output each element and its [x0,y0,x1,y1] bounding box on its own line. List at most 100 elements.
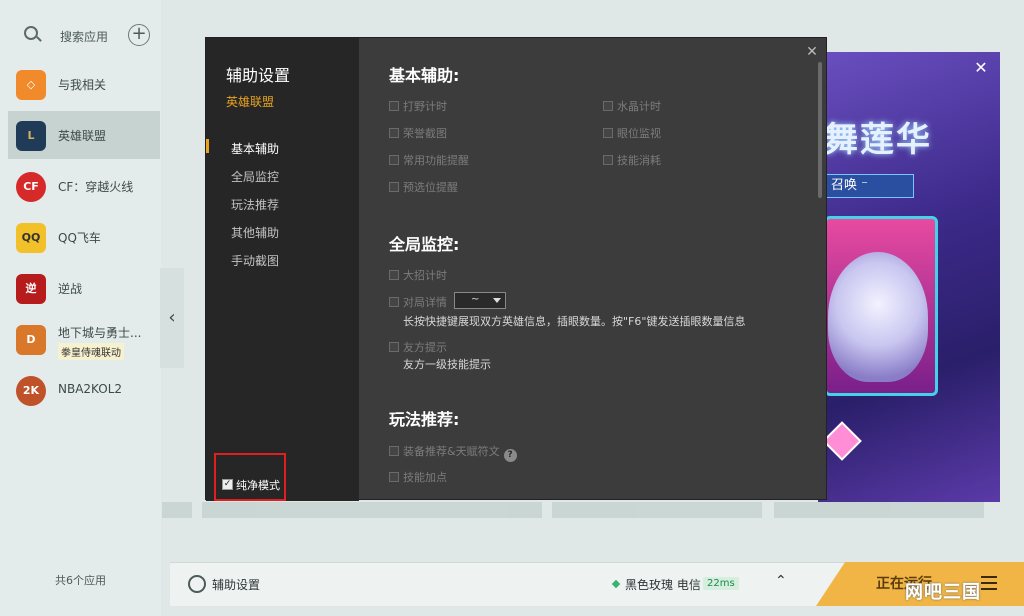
related-icon: ◇ [16,70,46,100]
checkbox[interactable] [389,101,399,111]
app-label: 地下城与勇士... [58,326,142,340]
app-label: NBA2KOL2 [58,382,123,396]
app-label: 与我相关 [58,78,107,92]
app-label: QQ飞车 [58,231,101,245]
app-item-qqspeed[interactable]: QQ QQ飞车 [8,213,160,261]
checkbox[interactable] [389,128,399,138]
option-label: 友方提示 [403,341,447,354]
promo-subtitle: 召唤 ⁻ [824,174,914,198]
checkbox[interactable] [389,297,399,307]
section-title-basic: 基本辅助: [389,66,460,85]
plus-icon[interactable]: + [128,24,150,46]
app-item-nba2k[interactable]: 2K NBA2KOL2 [8,366,160,414]
option-skill-points[interactable]: 技能加点 [389,469,447,485]
chevron-up-icon[interactable]: ⌃ [775,573,787,589]
dnf-icon: D [16,325,46,355]
qqspeed-icon: QQ [16,223,46,253]
pure-mode-highlight: ✓ 纯净模式 [214,453,286,501]
nav-item-basic[interactable]: 基本辅助 [231,140,279,157]
app-item-cf[interactable]: CF CF：穿越火线 [8,162,160,210]
settings-dialog: 辅助设置 英雄联盟 基本辅助 全局监控 玩法推荐 其他辅助 手动截图 ✓ 纯净模… [205,37,827,501]
server-name[interactable]: 黑色玫瑰 电信 [625,576,701,593]
nav-item-monitor[interactable]: 全局监控 [231,168,279,185]
option-ally-hint[interactable]: 友方提示 [389,339,447,355]
option-label: 装备推荐&天赋符文 [403,445,500,458]
app-search[interactable]: 搜索应用 + [0,16,161,54]
section-title-play: 玩法推荐: [389,410,460,429]
option-ward-monitor[interactable]: 眼位监视 [603,125,661,141]
app-count: 共6个应用 [55,574,106,587]
app-item-dnf[interactable]: D 地下城与勇士... 拳皇侍魂联动 [8,315,160,363]
checkbox[interactable] [389,155,399,165]
checkbox[interactable] [389,270,399,280]
collapse-arrow-icon[interactable]: ‹ [160,268,184,368]
checkbox[interactable] [603,155,613,165]
app-sidebar: 搜索应用 + ◇ 与我相关 L 英雄联盟 CF CF：穿越火线 QQ QQ飞车 … [0,0,161,616]
option-label: 打野计时 [403,100,447,113]
assist-settings-button[interactable]: 辅助设置 [212,576,260,593]
option-label: 常用功能提醒 [403,154,469,167]
app-label: CF：穿越火线 [58,180,134,194]
dialog-game-name: 英雄联盟 [226,95,275,109]
assist-settings-icon[interactable] [188,575,206,593]
promo-title: 舞莲华 [824,120,932,160]
option-label: 眼位监视 [617,127,661,140]
option-label: 技能消耗 [617,154,661,167]
ally-hint-description: 友方一级技能提示 [403,358,491,371]
app-item-related[interactable]: ◇ 与我相关 [8,60,160,108]
checkbox[interactable] [389,182,399,192]
option-label: 荣誉截图 [403,127,447,140]
option-ult-timer[interactable]: 大招计时 [389,267,447,283]
nav-item-screenshot[interactable]: 手动截图 [231,252,279,269]
pure-mode-label: 纯净模式 [236,479,280,492]
promo-character [828,252,928,382]
option-preselect-reminder[interactable]: 预选位提醒 [389,179,458,195]
nizhan-icon: 逆 [16,274,46,304]
option-label: 对局详情 [403,296,447,309]
nav-item-play[interactable]: 玩法推荐 [231,196,279,213]
promo-banner[interactable]: 舞莲华 召唤 ⁻ ✕ [818,52,1000,502]
nav-item-other[interactable]: 其他辅助 [231,224,279,241]
dialog-close-icon[interactable]: ✕ [804,44,820,60]
checkbox[interactable] [603,101,613,111]
promo-close-icon[interactable]: ✕ [968,58,994,78]
option-label: 大招计时 [403,269,447,282]
option-label: 预选位提醒 [403,181,458,194]
ping-badge: 22ms [703,577,739,590]
watermark: 网吧三国 [905,582,981,603]
match-detail-description: 长按快捷键展现双方英雄信息，插眼数量。按"F6"键发送插眼数量信息 [403,315,746,328]
checkbox[interactable] [389,446,399,456]
option-equipment-runes[interactable]: 装备推荐&天赋符文? [389,443,517,462]
section-title-monitor: 全局监控: [389,235,460,254]
dialog-scrollbar[interactable] [818,62,822,198]
checkbox[interactable] [389,472,399,482]
app-item-lol[interactable]: L 英雄联盟 [8,111,160,159]
checkbox[interactable] [603,128,613,138]
search-icon [24,26,38,40]
nba2k-icon: 2K [16,376,46,406]
help-icon[interactable]: ? [503,449,517,462]
option-jungle-timer[interactable]: 打野计时 [389,98,447,114]
dialog-title: 辅助设置 [226,66,291,85]
chevron-down-icon [493,298,501,303]
app-label: 逆战 [58,282,83,296]
match-detail-select[interactable]: ~ [454,292,506,309]
checkbox[interactable] [389,342,399,352]
app-label: 英雄联盟 [58,129,107,143]
server-status-icon [611,579,621,589]
option-crystal-timer[interactable]: 水晶计时 [603,98,661,114]
pure-mode-checkbox[interactable]: ✓ [222,479,233,490]
app-item-nizhan[interactable]: 逆 逆战 [8,264,160,312]
option-label: 水晶计时 [617,100,661,113]
option-honor-screenshot[interactable]: 荣誉截图 [389,125,447,141]
app-promo-badge: 拳皇侍魂联动 [58,343,124,360]
option-skill-cost[interactable]: 技能消耗 [603,152,661,168]
menu-icon[interactable] [981,576,997,590]
option-match-detail[interactable]: 对局详情 [389,294,447,310]
select-value: ~ [471,294,480,305]
cf-icon: CF [16,172,46,202]
search-label: 搜索应用 [60,30,109,44]
nav-active-indicator [206,139,209,153]
settings-nav: 辅助设置 英雄联盟 基本辅助 全局监控 玩法推荐 其他辅助 手动截图 ✓ 纯净模… [206,38,359,501]
option-common-reminder[interactable]: 常用功能提醒 [389,152,469,168]
